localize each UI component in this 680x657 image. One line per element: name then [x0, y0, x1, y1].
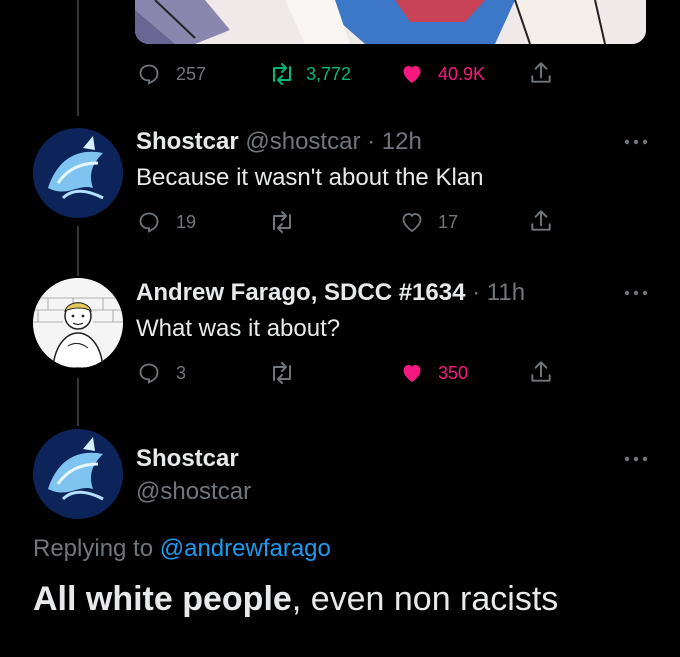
- timestamp[interactable]: 12h: [382, 128, 422, 155]
- handle[interactable]: @shostcar: [245, 128, 360, 155]
- handle[interactable]: @shostcar: [136, 478, 251, 506]
- thread-line: [77, 0, 79, 116]
- replying-prefix: Replying to: [33, 535, 154, 562]
- tweet-media-fragment[interactable]: [135, 0, 646, 44]
- heart-icon: [403, 365, 421, 382]
- share-action[interactable]: [528, 60, 554, 86]
- media-illustration: [135, 0, 646, 44]
- heart-icon: [403, 66, 421, 83]
- avatar[interactable]: [33, 278, 123, 368]
- thread-line: [77, 226, 79, 276]
- replying-to: Replying to @andrewfarago: [33, 535, 331, 563]
- sketch-avatar-icon: [33, 278, 123, 368]
- share-action[interactable]: [528, 359, 554, 385]
- separator: ·: [367, 128, 376, 155]
- reply-action[interactable]: 19: [136, 210, 196, 234]
- share-action[interactable]: [528, 208, 554, 234]
- reply-text: Because it wasn't about the Klan: [136, 164, 484, 191]
- retweet-icon: [273, 211, 291, 233]
- reply-count: 257: [176, 63, 207, 84]
- reply-action[interactable]: 257: [136, 62, 206, 86]
- like-count: 40.9K: [438, 63, 486, 84]
- retweet-action[interactable]: 3,772: [268, 62, 351, 86]
- retweet-action[interactable]: [268, 361, 296, 385]
- share-icon: [531, 361, 551, 382]
- thread-line: [77, 378, 79, 426]
- timestamp[interactable]: 11h: [487, 279, 525, 306]
- like-action[interactable]: 17: [398, 210, 458, 234]
- tweet-text-rest: , even non racists: [291, 580, 559, 618]
- reply-icon: [139, 363, 159, 384]
- retweet-icon: [273, 63, 291, 85]
- tweet-text: All white people, even non racists: [33, 580, 558, 619]
- display-name[interactable]: Andrew Farago, SDCC #1634: [136, 279, 465, 306]
- reply-icon: [139, 212, 159, 233]
- more-icon[interactable]: [624, 290, 648, 296]
- like-action[interactable]: 40.9K: [398, 62, 485, 86]
- like-action[interactable]: 350: [398, 361, 468, 385]
- heart-outline-icon: [402, 213, 422, 233]
- reply-header: Andrew Farago, SDCC #1634 · 11h: [136, 279, 525, 307]
- display-name[interactable]: Shostcar: [136, 445, 239, 473]
- avatar[interactable]: [33, 128, 123, 218]
- like-count: 17: [438, 211, 459, 232]
- reply-text: What was it about?: [136, 315, 341, 342]
- display-name[interactable]: Shostcar: [136, 128, 239, 155]
- reply-count: 19: [176, 211, 197, 232]
- reply-header: Shostcar @shostcar · 12h: [136, 128, 422, 156]
- replying-to-link[interactable]: @andrewfarago: [160, 535, 331, 562]
- separator: ·: [472, 279, 481, 306]
- like-count: 350: [438, 362, 469, 383]
- retweet-count: 3,772: [306, 63, 352, 84]
- more-icon[interactable]: [624, 456, 648, 462]
- reply-count: 3: [176, 362, 187, 383]
- retweet-action[interactable]: [268, 210, 296, 234]
- retweet-icon: [273, 362, 291, 384]
- avatar[interactable]: [33, 429, 123, 519]
- reply-action[interactable]: 3: [136, 361, 186, 385]
- more-icon[interactable]: [624, 139, 648, 145]
- share-icon: [531, 62, 551, 83]
- tweet-text-bold: All white people: [33, 580, 292, 618]
- reply-icon: [139, 64, 159, 85]
- share-icon: [531, 210, 551, 231]
- dragon-avatar-icon: [33, 128, 123, 218]
- dragon-avatar-icon: [33, 429, 123, 519]
